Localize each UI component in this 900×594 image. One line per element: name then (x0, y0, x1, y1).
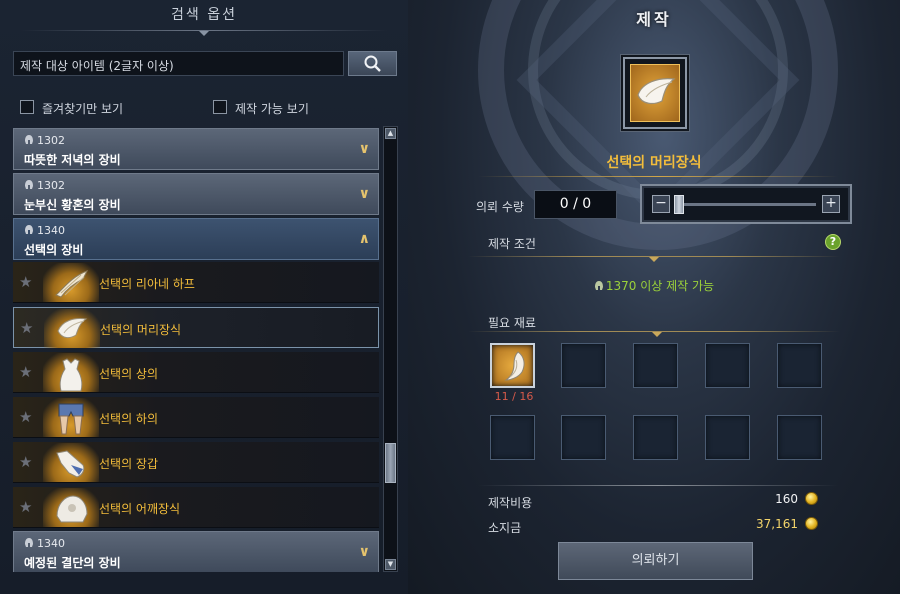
recipe-item-headpiece[interactable]: ★ 선택의 머리장식 (13, 307, 379, 348)
group-header-choice[interactable]: 1340 선택의 장비 ∧ (13, 218, 379, 260)
scroll-up-arrow-icon[interactable]: ▲ (385, 128, 396, 139)
conditions-label: 제작 조건 (488, 237, 536, 251)
glove-icon (56, 450, 85, 478)
chevron-down-icon: ∨ (358, 544, 370, 560)
help-icon[interactable]: ? (825, 234, 841, 250)
gold-coin-icon (805, 517, 818, 530)
group-level: 1340 (37, 537, 65, 550)
favorite-star-icon[interactable]: ★ (19, 408, 32, 426)
favorites-only-label: 즐겨찾기만 보기 (42, 102, 124, 116)
recipe-item-name: 선택의 머리장식 (100, 323, 182, 337)
slider-track[interactable] (674, 203, 816, 206)
recipe-item-top[interactable]: ★ 선택의 상의 (13, 352, 379, 393)
request-qty-label: 의뢰 수량 (476, 200, 524, 214)
group-name: 따뜻한 저녁의 장비 (24, 153, 121, 167)
money-value: 37,161 (756, 517, 798, 531)
recipe-item-name: 선택의 장갑 (99, 457, 159, 471)
craft-cost-value: 160 (775, 492, 798, 506)
recipe-item-name: 선택의 상의 (99, 367, 159, 381)
favorite-star-icon[interactable]: ★ (19, 453, 32, 471)
favorite-star-icon[interactable]: ★ (19, 363, 32, 381)
materials-label: 필요 재료 (488, 316, 536, 330)
craft-recipe-list: 1302 따뜻한 저녁의 장비 ∨ 1302 눈부신 황혼의 장비 ∨ 1340… (13, 126, 381, 572)
recipe-item-shoulder[interactable]: ★ 선택의 어깨장식 (13, 487, 379, 528)
material-slot-2[interactable] (561, 343, 606, 388)
favorite-star-icon[interactable]: ★ (20, 319, 33, 337)
title-divider (478, 176, 838, 177)
top-icon (59, 358, 83, 392)
scrollbar-thumb[interactable] (385, 443, 396, 483)
group-header-dazzling-twilight[interactable]: 1302 눈부신 황혼의 장비 ∨ (13, 173, 379, 215)
recipe-item-name: 선택의 리아네 하프 (99, 277, 195, 291)
chevron-down-icon: ∨ (358, 141, 370, 157)
recipe-item-bottom[interactable]: ★ 선택의 하의 (13, 397, 379, 438)
claw-material-icon (504, 351, 525, 381)
money-label: 소지금 (488, 521, 522, 535)
group-header-warm-evening[interactable]: 1302 따뜻한 저녁의 장비 ∨ (13, 128, 379, 170)
helmet-level-icon (25, 135, 33, 144)
header-divider-marker (199, 31, 209, 36)
helmet-level-icon (25, 180, 33, 189)
material-slot-8[interactable] (633, 415, 678, 460)
recipe-item-gloves[interactable]: ★ 선택의 장갑 (13, 442, 379, 483)
material-slot-10[interactable] (777, 415, 822, 460)
shoulder-icon (56, 495, 88, 523)
plus-icon[interactable]: + (822, 195, 840, 213)
selected-item-slot[interactable] (623, 57, 687, 129)
request-craft-button[interactable]: 의뢰하기 (558, 542, 753, 580)
cost-divider (478, 485, 838, 486)
helmet-level-icon (25, 538, 33, 547)
material-slot-5[interactable] (777, 343, 822, 388)
group-level: 1302 (37, 134, 65, 147)
bottom-icon (58, 403, 84, 435)
material-slot-7[interactable] (561, 415, 606, 460)
craftable-only-label: 제작 가능 보기 (235, 102, 309, 116)
search-icon (364, 55, 381, 72)
material-slot-1[interactable] (490, 343, 535, 388)
material-slot-9[interactable] (705, 415, 750, 460)
search-panel: 검색 옵션 제작 대상 아이템 (2글자 이상) 즐겨찾기만 보기 제작 가능 … (0, 0, 408, 594)
helmet-level-icon (594, 281, 603, 290)
headpiece-icon (57, 318, 88, 339)
search-button[interactable] (348, 51, 397, 76)
material-slot-3[interactable] (633, 343, 678, 388)
list-scrollbar[interactable]: ▲ ▼ (383, 126, 398, 572)
favorite-star-icon[interactable]: ★ (19, 273, 32, 291)
material-slot-6[interactable] (490, 415, 535, 460)
group-level: 1302 (37, 179, 65, 192)
craft-condition-text: 1370 이상 제작 가능 (408, 277, 900, 294)
quantity-slider[interactable]: − + (640, 184, 852, 224)
group-name: 예정된 결단의 장비 (24, 556, 121, 570)
selected-item-name: 선택의 머리장식 (606, 155, 702, 171)
recipe-item-harp[interactable]: ★ 선택의 리아네 하프 (13, 262, 379, 303)
scroll-down-arrow-icon[interactable]: ▼ (385, 559, 396, 570)
recipe-item-name: 선택의 어깨장식 (99, 502, 181, 516)
recipe-item-name: 선택의 하의 (99, 412, 159, 426)
item-search-input[interactable]: 제작 대상 아이템 (2글자 이상) (13, 51, 344, 76)
craft-title: 제작 (636, 10, 672, 29)
craft-cost-label: 제작비용 (488, 496, 533, 510)
search-options-header: 검색 옵션 (171, 7, 237, 23)
request-qty-field[interactable]: 0 / 0 (534, 190, 617, 219)
harp-icon (55, 270, 89, 298)
group-name: 눈부신 황혼의 장비 (24, 198, 121, 212)
group-header-destined-decision[interactable]: 1340 예정된 결단의 장비 ∨ (13, 531, 379, 572)
gold-coin-icon (805, 492, 818, 505)
craftable-only-checkbox[interactable] (213, 100, 227, 114)
slider-knob[interactable] (674, 195, 684, 214)
craft-panel: 제작 선택의 머리장식 의뢰 수량 0 / 0 − + 제작 조건 ? 1370… (408, 0, 900, 594)
group-level: 1340 (37, 224, 65, 237)
headpiece-icon (637, 78, 676, 105)
helmet-level-icon (25, 225, 33, 234)
material-count: 11 / 16 (494, 390, 534, 403)
favorite-star-icon[interactable]: ★ (19, 498, 32, 516)
minus-icon[interactable]: − (652, 195, 670, 213)
chevron-down-icon: ∨ (358, 186, 370, 202)
chevron-up-icon: ∧ (358, 231, 370, 247)
favorites-only-checkbox[interactable] (20, 100, 34, 114)
group-name: 선택의 장비 (24, 243, 84, 257)
material-slot-4[interactable] (705, 343, 750, 388)
